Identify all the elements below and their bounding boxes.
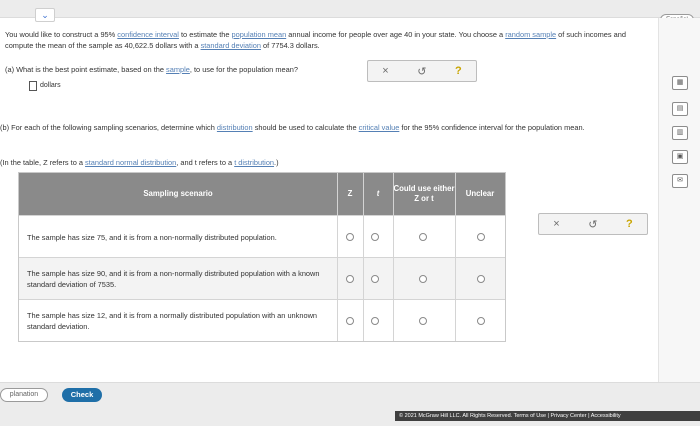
scenario-text: The sample has size 90, and it is from a… (27, 269, 320, 289)
part-a-tools: × ↺ ? (367, 60, 477, 82)
part-b-note: (In the table, Z refers to a standard no… (0, 158, 279, 167)
table-row: The sample has size 75, and it is from a… (19, 215, 505, 257)
explanation-button[interactable]: planation (0, 388, 48, 402)
link-confidence-interval[interactable]: confidence interval (117, 30, 179, 39)
problem-intro: You would like to construct a 95% confid… (5, 30, 626, 50)
calculator-icon[interactable]: ▤ (672, 102, 688, 116)
header-z: Z (347, 189, 353, 198)
scenario-text: The sample has size 75, and it is from a… (27, 232, 277, 242)
unit-label: dollars (40, 82, 61, 89)
help-icon[interactable]: ? (455, 65, 462, 77)
undo-icon[interactable]: ↺ (588, 218, 597, 231)
link-sample[interactable]: sample (166, 65, 190, 74)
link-standard-normal[interactable]: standard normal distribution (85, 158, 176, 167)
radio-t[interactable] (371, 233, 379, 241)
radio-either[interactable] (419, 317, 427, 325)
notes-icon[interactable]: ▥ (672, 126, 688, 140)
column-divider (455, 173, 456, 341)
radio-z[interactable] (346, 317, 354, 325)
part-a-question: (a) What is the best point estimate, bas… (5, 65, 298, 74)
part-b-question: (b) For each of the following sampling s… (0, 123, 585, 132)
header-t: t (376, 189, 380, 198)
chevron-down-icon[interactable]: ⌄ (35, 8, 55, 22)
periodic-table-icon[interactable]: ▣ (672, 150, 688, 164)
radio-either[interactable] (419, 233, 427, 241)
link-population-mean[interactable]: population mean (232, 30, 287, 39)
header-scenario: Sampling scenario (143, 189, 213, 198)
undo-icon[interactable]: ↺ (417, 65, 426, 78)
header-unclear: Unclear (465, 189, 495, 198)
link-t-distribution[interactable]: t distribution (234, 158, 274, 167)
header-either: Could use either Z or t (393, 184, 455, 203)
link-distribution[interactable]: distribution (217, 123, 253, 132)
radio-unclear[interactable] (477, 317, 485, 325)
table-row: The sample has size 90, and it is from a… (19, 257, 505, 299)
tool-rail: ▦ ▤ ▥ ▣ ✉ (658, 18, 700, 398)
part-b-tools: × ↺ ? (538, 213, 648, 235)
column-divider (393, 173, 394, 341)
footer: © 2021 McGraw Hill LLC. All Rights Reser… (395, 411, 700, 421)
help-icon[interactable]: ? (626, 218, 633, 230)
radio-unclear[interactable] (477, 275, 485, 283)
envelope-icon[interactable]: ✉ (672, 174, 688, 188)
point-estimate-input[interactable] (29, 81, 37, 91)
scenario-table: Sampling scenario Z t Could use either Z… (18, 172, 506, 342)
radio-z[interactable] (346, 233, 354, 241)
table-header: Sampling scenario Z t Could use either Z… (19, 173, 505, 215)
radio-t[interactable] (371, 275, 379, 283)
link-standard-deviation[interactable]: standard deviation (201, 41, 261, 50)
link-critical-value[interactable]: critical value (359, 123, 400, 132)
radio-unclear[interactable] (477, 233, 485, 241)
check-button[interactable]: Check (62, 388, 102, 402)
radio-t[interactable] (371, 317, 379, 325)
data-icon[interactable]: ▦ (672, 76, 688, 90)
column-divider (337, 173, 338, 341)
link-random-sample[interactable]: random sample (505, 30, 556, 39)
radio-z[interactable] (346, 275, 354, 283)
table-row: The sample has size 12, and it is from a… (19, 299, 505, 341)
clear-icon[interactable]: × (553, 218, 559, 230)
scenario-text: The sample has size 12, and it is from a… (27, 311, 318, 331)
clear-icon[interactable]: × (382, 65, 388, 77)
radio-either[interactable] (419, 275, 427, 283)
top-bar (0, 0, 700, 18)
column-divider (363, 173, 364, 341)
